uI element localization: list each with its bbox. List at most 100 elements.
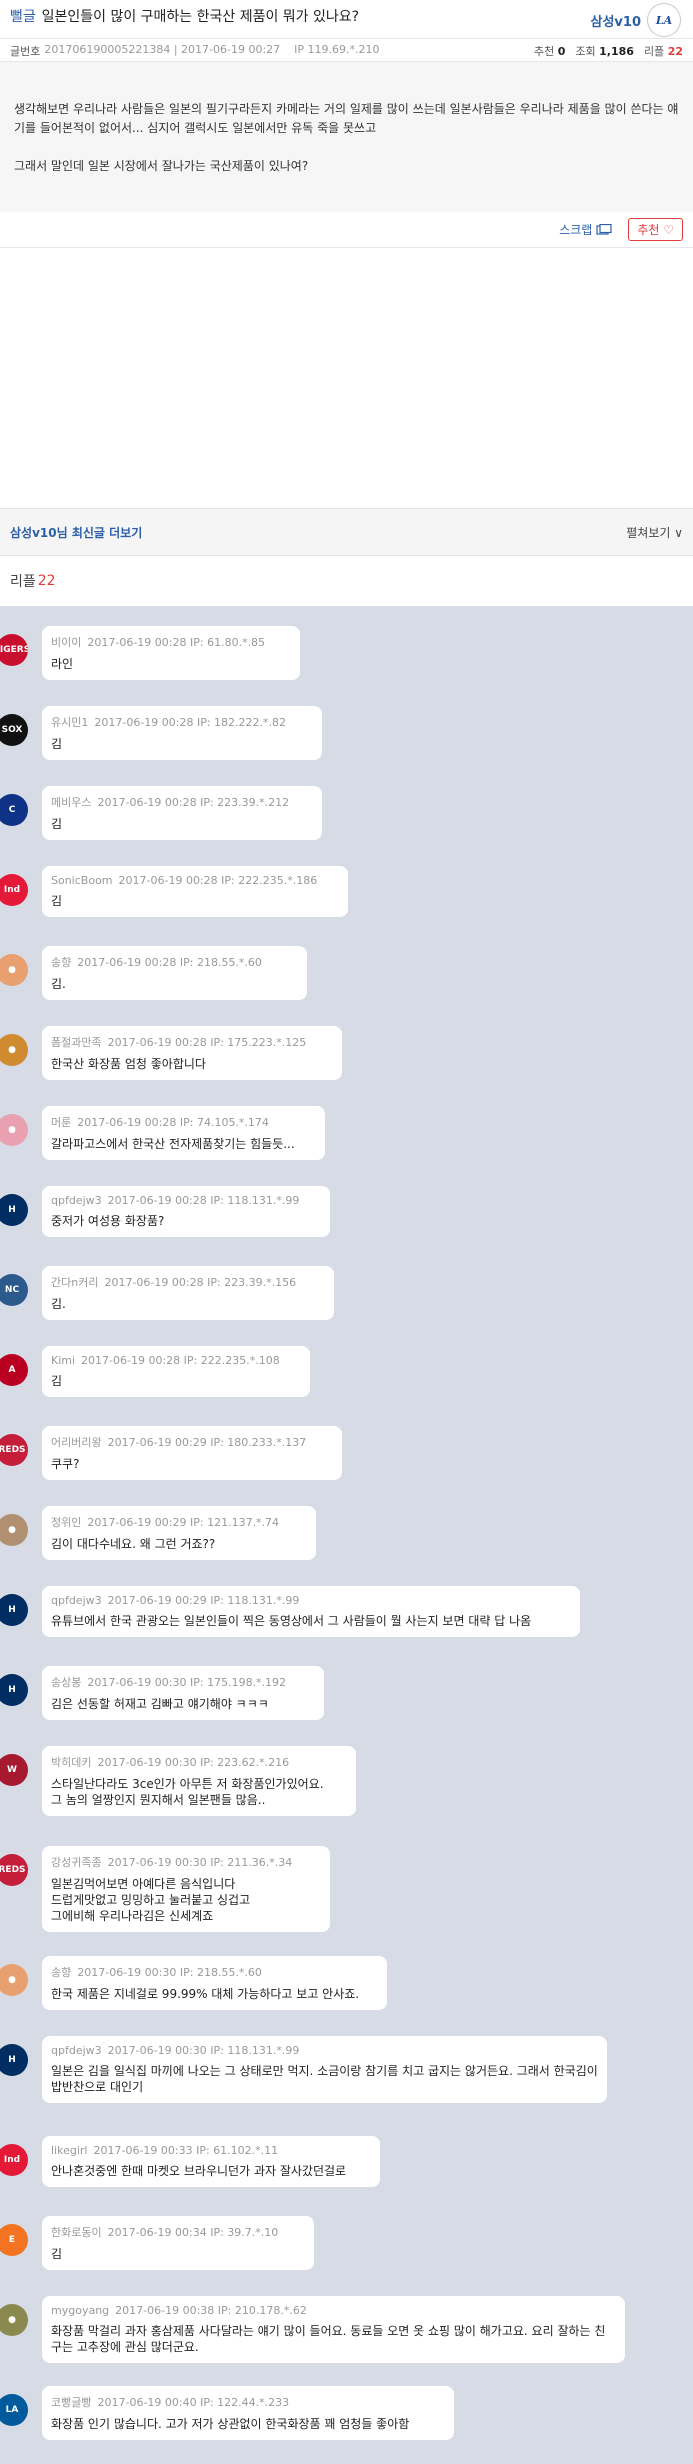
views-count: 1,186 (599, 45, 634, 58)
reply-nick[interactable]: 폼절과만족 (51, 1036, 102, 1049)
avatar[interactable]: E (0, 2224, 28, 2256)
replies-count: 22 (667, 45, 683, 58)
reply-text: 스타일난다라도 3ce인가 아무튼 저 화장품인가있어요. 그 놈의 얼짱인지 … (51, 1777, 324, 1807)
reply-nick[interactable]: qpfdejw3 (51, 1594, 102, 1607)
reply-text: 일본김먹어보면 아예다른 음식입니다 드럽게맛없고 밍밍하고 눌러붙고 싱겁고 … (51, 1877, 251, 1923)
avatar[interactable]: SOX (0, 714, 28, 746)
avatar[interactable]: NC (0, 1274, 28, 1306)
reply-nick[interactable]: 간다n커리 (51, 1276, 98, 1289)
post-category[interactable]: 뻘글 (10, 9, 36, 25)
reply-nick[interactable]: 박히데키 (51, 1756, 91, 1769)
reply-meta: 메비우스 2017-06-19 00:28 IP: 223.39.*.212 (51, 794, 313, 810)
reply-meta: Kimi 2017-06-19 00:28 IP: 222.235.*.108 (51, 1354, 301, 1367)
reply-text: 한국 제품은 지네걸로 99.99% 대체 가능하다고 보고 안사죠. (51, 1987, 360, 2001)
post-number-label: 글번호 (10, 45, 41, 58)
reply-header-count: 22 (37, 573, 56, 589)
reply-nick[interactable]: qpfdejw3 (51, 2044, 102, 2057)
reply-nick[interactable]: 송향 (51, 1966, 71, 1979)
reply-meta: likegirl 2017-06-19 00:33 IP: 61.102.*.11 (51, 2144, 371, 2157)
post-stats: 추천 0 조회 1,186 리플 22 (534, 43, 683, 58)
reply-nick[interactable]: 비이이 (51, 636, 81, 649)
reply-nick[interactable]: SonicBoom (51, 874, 113, 887)
avatar[interactable]: ● (0, 1964, 28, 1996)
author-box[interactable]: 삼성v10 LA (591, 3, 681, 37)
reply-meta: 송향 2017-06-19 00:28 IP: 218.55.*.60 (51, 954, 298, 970)
scrap-button[interactable]: 스크랩 (559, 221, 612, 238)
reply-timestamp-ip: 2017-06-19 00:30 IP: 218.55.*.60 (77, 1966, 262, 1979)
recommend-count: 0 (557, 45, 566, 58)
post-meta-bar: 글번호 201706190005221384 | 2017-06-19 00:2… (0, 38, 693, 62)
avatar[interactable]: A (0, 1354, 28, 1386)
reply-text: 라인 (51, 657, 74, 671)
reply-timestamp-ip: 2017-06-19 00:28 IP: 182.222.*.82 (94, 716, 287, 729)
reply-bubble: qpfdejw3 2017-06-19 00:28 IP: 118.131.*.9… (42, 1186, 330, 1237)
reply-list: TIGERS 비이이 2017-06-19 00:28 IP: 61.80.*.85… (0, 606, 693, 2464)
reply-meta: 송상봉 2017-06-19 00:30 IP: 175.198.*.192 (51, 1674, 315, 1690)
reply-nick[interactable]: 유시민1 (51, 716, 88, 729)
avatar[interactable]: ● (0, 1514, 28, 1546)
avatar[interactable]: ● (0, 1034, 28, 1066)
reply-bubble: 정위인 2017-06-19 00:29 IP: 121.137.*.74 김이 대… (42, 1506, 316, 1560)
reply-timestamp-ip: 2017-06-19 00:29 IP: 121.137.*.74 (87, 1516, 280, 1529)
reply-nick[interactable]: 한화로동이 (51, 2226, 102, 2239)
reply-nick[interactable]: 강성귀족종 (51, 1856, 102, 1869)
avatar[interactable]: H (0, 1594, 28, 1626)
avatar[interactable]: ● (0, 1114, 28, 1146)
reply-nick[interactable]: Kimi (51, 1354, 75, 1367)
avatar[interactable]: H (0, 1674, 28, 1706)
reply-nick[interactable]: 머룬 (51, 1116, 71, 1129)
reply-bubble: 폼절과만족 2017-06-19 00:28 IP: 175.223.*.125 한… (42, 1026, 342, 1080)
reply-nick[interactable]: 송상봉 (51, 1676, 81, 1689)
reply-bubble: qpfdejw3 2017-06-19 00:30 IP: 118.131.*.9… (42, 2036, 607, 2103)
reply-nick[interactable]: 어리버리왕 (51, 1436, 102, 1449)
avatar[interactable]: C (0, 794, 28, 826)
reply-nick[interactable]: 송향 (51, 956, 71, 969)
avatar[interactable]: LA (0, 2394, 28, 2426)
avatar[interactable]: H (0, 1194, 28, 1226)
reply-meta: mygoyang 2017-06-19 00:38 IP: 210.178.*.6… (51, 2304, 616, 2317)
reply-meta: 송향 2017-06-19 00:30 IP: 218.55.*.60 (51, 1964, 378, 1980)
reply-timestamp-ip: 2017-06-19 00:28 IP: 223.39.*.212 (97, 796, 290, 809)
reply-timestamp-ip: 2017-06-19 00:28 IP: 223.39.*.156 (104, 1276, 297, 1289)
reply-text: 김 (51, 2247, 63, 2261)
avatar[interactable]: Ind (0, 2144, 28, 2176)
reply-nick[interactable]: mygoyang (51, 2304, 109, 2317)
reply-meta: 비이이 2017-06-19 00:28 IP: 61.80.*.85 (51, 634, 291, 650)
reply-meta: 유시민1 2017-06-19 00:28 IP: 182.222.*.82 (51, 714, 313, 730)
reply-meta: 강성귀족종 2017-06-19 00:30 IP: 211.36.*.34 (51, 1854, 321, 1870)
reply-bubble: 유시민1 2017-06-19 00:28 IP: 182.222.*.82 김 (42, 706, 322, 760)
avatar[interactable]: TIGERS (0, 634, 28, 666)
recommend-button[interactable]: 추천 ♡ (628, 218, 683, 241)
reply-header-label: 리플 (10, 574, 36, 590)
reply-timestamp-ip: 2017-06-19 00:28 IP: 218.55.*.60 (77, 956, 262, 969)
reply-nick[interactable]: 메비우스 (51, 796, 91, 809)
avatar[interactable]: REDS (0, 1434, 28, 1466)
avatar[interactable]: REDS (0, 1854, 28, 1886)
reply-timestamp-ip: 2017-06-19 00:34 IP: 39.7.*.10 (107, 2226, 279, 2239)
reply-nick[interactable]: 코빵글빵 (51, 2396, 91, 2409)
avatar[interactable]: ● (0, 954, 28, 986)
reply-timestamp-ip: 2017-06-19 00:28 IP: 175.223.*.125 (107, 1036, 307, 1049)
reply-bubble: mygoyang 2017-06-19 00:38 IP: 210.178.*.6… (42, 2296, 625, 2363)
reply-nick[interactable]: likegirl (51, 2144, 87, 2157)
reply-meta: 박히데키 2017-06-19 00:30 IP: 223.62.*.216 (51, 1754, 347, 1770)
avatar[interactable]: H (0, 2044, 28, 2076)
reply-text: 화장품 막걸리 과자 홍삼제품 사다달라는 얘기 많이 들어요. 동료들 오면 … (51, 2324, 606, 2354)
reply-timestamp-ip: 2017-06-19 00:28 IP: 118.131.*.99 (107, 1194, 300, 1207)
expand-button[interactable]: 펼쳐보기 ∨ (626, 524, 683, 541)
author-nick[interactable]: 삼성v10 (591, 11, 642, 30)
reply-nick[interactable]: 정위인 (51, 1516, 81, 1529)
team-logo-icon: LA (647, 3, 681, 37)
author-more-link[interactable]: 삼성v10님 최신글 더보기 (10, 524, 142, 541)
reply-header: 리플 22 (0, 556, 693, 606)
reply-meta: 정위인 2017-06-19 00:29 IP: 121.137.*.74 (51, 1514, 307, 1530)
avatar[interactable]: ● (0, 2304, 28, 2336)
reply-bubble: 어리버리왕 2017-06-19 00:29 IP: 180.233.*.137 쿠… (42, 1426, 342, 1480)
avatar[interactable]: W (0, 1754, 28, 1786)
reply-nick[interactable]: qpfdejw3 (51, 1194, 102, 1207)
post-body-text: 생각해보면 우리나라 사람들은 일본의 필기구라든지 카메라는 거의 일제를 많… (14, 102, 679, 173)
reply-text: 쿠쿠? (51, 1457, 80, 1471)
avatar[interactable]: Ind (0, 874, 28, 906)
reply-timestamp-ip: 2017-06-19 00:30 IP: 118.131.*.99 (107, 2044, 300, 2057)
reply-bubble: SonicBoom 2017-06-19 00:28 IP: 222.235.*.… (42, 866, 348, 917)
